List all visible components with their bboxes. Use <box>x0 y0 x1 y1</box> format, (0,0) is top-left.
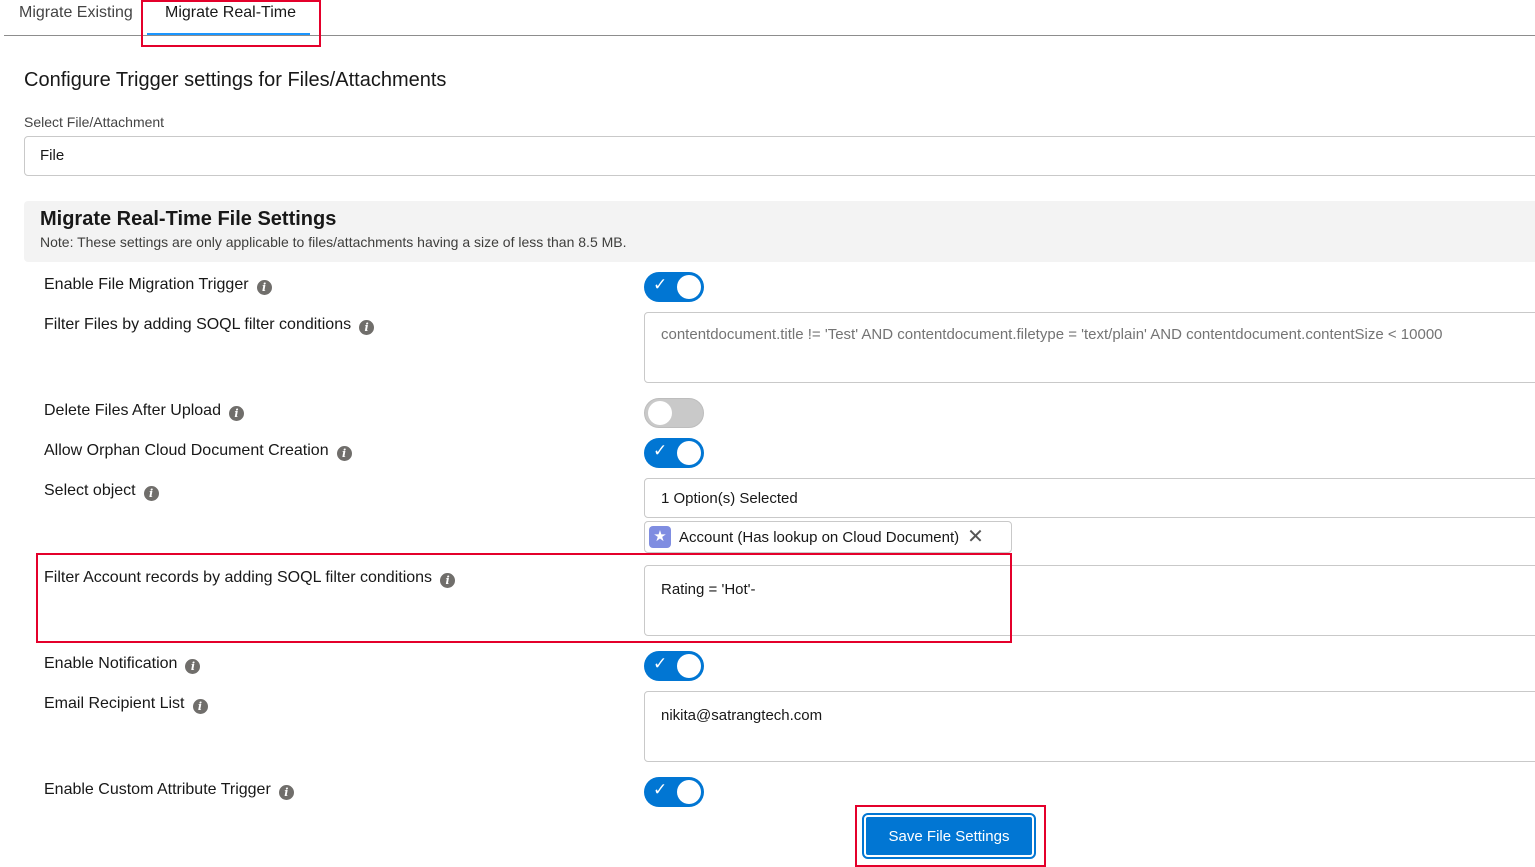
tab-migrate-existing[interactable]: Migrate Existing <box>19 4 133 22</box>
selected-object-pill: ★ Account (Has lookup on Cloud Document)… <box>644 521 1012 553</box>
allow-orphan-label: Allow Orphan Cloud Document Creation i <box>44 442 352 461</box>
info-icon[interactable]: i <box>256 279 272 295</box>
annotation-highlight-tab <box>141 0 321 47</box>
close-icon[interactable]: ✕ <box>967 527 984 547</box>
info-icon[interactable]: i <box>359 319 375 335</box>
delete-after-toggle[interactable] <box>644 398 704 428</box>
enable-trigger-label: Enable File Migration Trigger i <box>44 276 272 295</box>
toggle-knob <box>648 401 672 425</box>
info-icon[interactable]: i <box>185 658 201 674</box>
toggle-knob <box>677 654 701 678</box>
enable-custom-attr-text: Enable Custom Attribute Trigger <box>44 781 271 798</box>
info-icon[interactable]: i <box>143 485 159 501</box>
enable-custom-attr-label: Enable Custom Attribute Trigger i <box>44 781 294 800</box>
email-recipients-value: nikita@satrangtech.com <box>661 707 823 724</box>
email-recipients-text: Email Recipient List <box>44 695 185 712</box>
enable-custom-attr-toggle[interactable]: ✓ <box>644 777 704 807</box>
section-title: Migrate Real-Time File Settings <box>40 208 337 230</box>
email-recipients-label: Email Recipient List i <box>44 695 208 714</box>
file-attachment-select-value: File <box>40 147 65 164</box>
page-title: Configure Trigger settings for Files/Att… <box>24 69 447 91</box>
enable-notification-label: Enable Notification i <box>44 655 201 674</box>
info-icon[interactable]: i <box>228 405 244 421</box>
info-icon[interactable]: i <box>192 698 208 714</box>
enable-notification-text: Enable Notification <box>44 655 178 672</box>
filter-files-placeholder: contentdocument.title != 'Test' AND cont… <box>661 326 1443 343</box>
delete-after-text: Delete Files After Upload <box>44 402 221 419</box>
select-object-label: Select object i <box>44 482 159 501</box>
toggle-knob <box>677 780 701 804</box>
filter-files-text: Filter Files by adding SOQL filter condi… <box>44 316 352 333</box>
toggle-knob <box>677 275 701 299</box>
email-recipients-textarea[interactable]: nikita@satrangtech.com <box>644 691 1535 762</box>
file-select-label: Select File/Attachment <box>24 114 165 130</box>
delete-after-label: Delete Files After Upload i <box>44 402 244 421</box>
check-icon: ✓ <box>653 654 668 673</box>
save-file-settings-button[interactable]: Save File Settings <box>862 813 1036 859</box>
select-object-text: Select object <box>44 482 136 499</box>
file-attachment-select[interactable] <box>24 136 1535 176</box>
enable-trigger-toggle[interactable]: ✓ <box>644 272 704 302</box>
info-icon[interactable]: i <box>336 445 352 461</box>
toggle-knob <box>677 441 701 465</box>
select-object-combobox[interactable]: 1 Option(s) Selected <box>644 478 1535 518</box>
filter-files-textarea[interactable]: contentdocument.title != 'Test' AND cont… <box>644 312 1535 383</box>
filter-files-label: Filter Files by adding SOQL filter condi… <box>44 316 375 335</box>
allow-orphan-toggle[interactable]: ✓ <box>644 438 704 468</box>
check-icon: ✓ <box>653 780 668 799</box>
check-icon: ✓ <box>653 275 668 294</box>
allow-orphan-text: Allow Orphan Cloud Document Creation <box>44 442 329 459</box>
select-object-value: 1 Option(s) Selected <box>661 490 798 507</box>
account-star-icon: ★ <box>649 526 671 548</box>
enable-trigger-text: Enable File Migration Trigger <box>44 276 249 293</box>
selected-object-pill-label: Account (Has lookup on Cloud Document) <box>679 528 960 546</box>
enable-notification-toggle[interactable]: ✓ <box>644 651 704 681</box>
info-icon[interactable]: i <box>278 784 294 800</box>
section-note: Note: These settings are only applicable… <box>40 234 627 250</box>
annotation-highlight-filter-account <box>36 553 1012 643</box>
check-icon: ✓ <box>653 441 668 460</box>
